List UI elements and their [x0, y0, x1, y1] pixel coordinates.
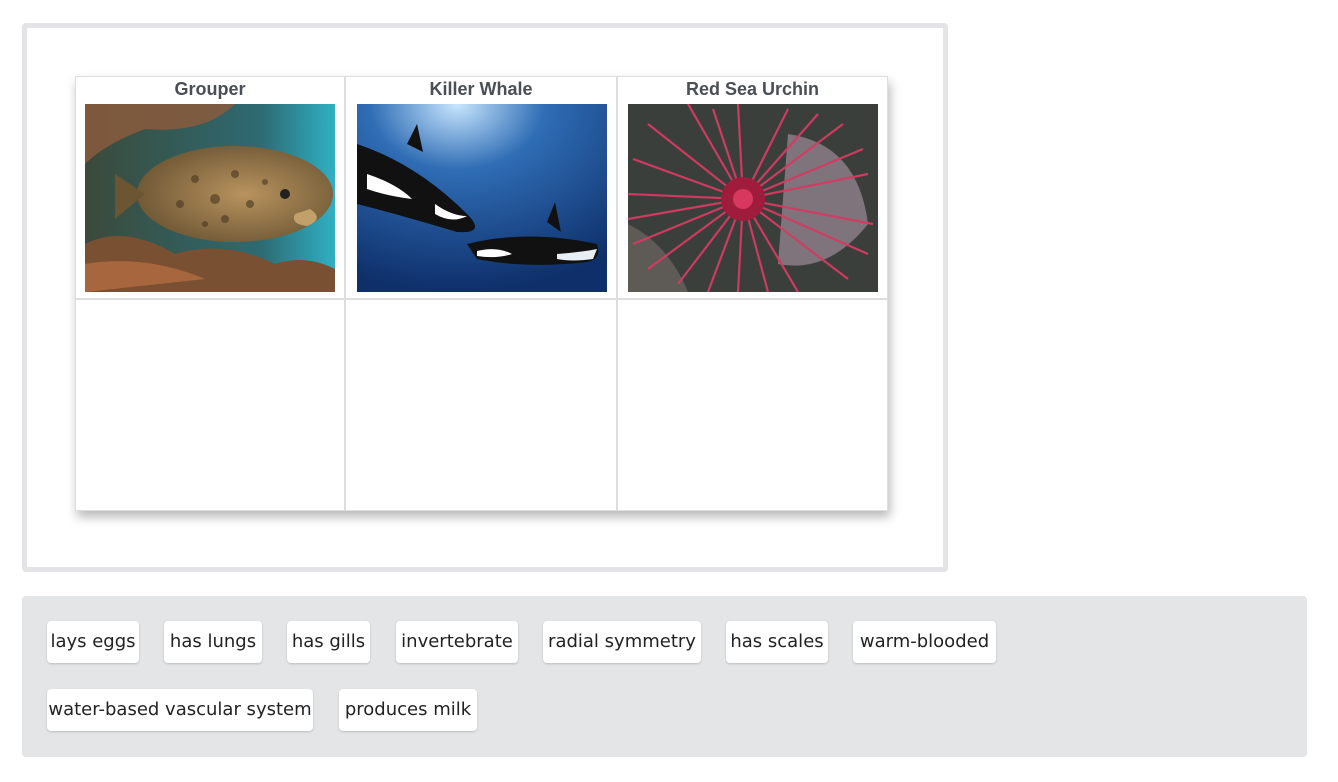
column-title-grouper: Grouper — [174, 79, 246, 99]
red-sea-urchin-photo — [628, 104, 878, 292]
chip-has-scales[interactable]: has scales — [726, 621, 828, 663]
column-title-red-sea-urchin: Red Sea Urchin — [685, 79, 820, 99]
column-title-killer-whale: Killer Whale — [429, 79, 533, 99]
chip-lays-eggs[interactable]: lays eggs — [47, 621, 139, 663]
chip-produces-milk[interactable]: produces milk — [339, 689, 477, 731]
header-cell-red-sea-urchin: Red Sea Urchin — [617, 76, 888, 299]
grouper-photo — [85, 104, 335, 292]
chip-invertebrate[interactable]: invertebrate — [396, 621, 518, 663]
drop-zone-grouper[interactable] — [75, 299, 345, 511]
drop-board-frame: Grouper Killer Whale Red Sea Urchin — [22, 23, 948, 572]
killer-whale-photo — [357, 104, 607, 292]
header-cell-grouper: Grouper — [75, 76, 345, 299]
chip-radial-symmetry[interactable]: radial symmetry — [543, 621, 701, 663]
chip-has-gills[interactable]: has gills — [287, 621, 370, 663]
drop-zone-red-sea-urchin[interactable] — [617, 299, 888, 511]
chip-has-lungs[interactable]: has lungs — [164, 621, 262, 663]
chip-water-based-vascular-system[interactable]: water-based vascular system — [47, 689, 313, 731]
sorting-board: Grouper Killer Whale Red Sea Urchin — [75, 76, 888, 511]
chip-warm-blooded[interactable]: warm-blooded — [853, 621, 996, 663]
drop-zone-killer-whale[interactable] — [345, 299, 617, 511]
header-cell-killer-whale: Killer Whale — [345, 76, 617, 299]
answer-bank: lays eggs has lungs has gills invertebra… — [22, 596, 1307, 757]
